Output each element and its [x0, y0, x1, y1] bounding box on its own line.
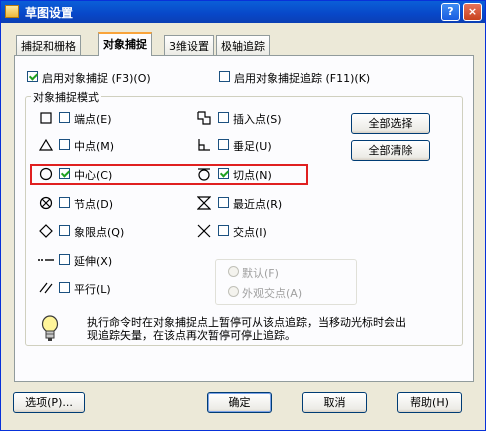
- nearest-icon: [197, 196, 211, 210]
- midpoint-label[interactable]: 中点(M): [74, 138, 114, 154]
- insertion-checkbox[interactable]: [218, 112, 229, 123]
- quadrant-checkbox[interactable]: [59, 225, 70, 236]
- select-all-button[interactable]: 全部选择: [351, 113, 430, 134]
- dialog-window: 草图设置 ? × 捕捉和栅格 对象捕捉 3维设置 极轴追踪 启用对象捕捉 (F3…: [0, 0, 486, 431]
- extension-label[interactable]: 延伸(X): [74, 253, 112, 269]
- endpoint-label[interactable]: 端点(E): [74, 111, 112, 127]
- tab-3d-settings[interactable]: 3维设置: [164, 35, 214, 55]
- perpendicular-icon: [198, 139, 210, 151]
- close-button[interactable]: ×: [463, 3, 482, 21]
- node-checkbox[interactable]: [59, 197, 70, 208]
- extension-checkbox[interactable]: [59, 254, 70, 265]
- hint-line-2: 现追踪矢量，在该点再次暂停可停止追踪。: [87, 329, 296, 342]
- tab-polar-tracking[interactable]: 极轴追踪: [216, 35, 270, 55]
- intersection-label[interactable]: 交点(I): [233, 224, 267, 240]
- perpendicular-label[interactable]: 垂足(U): [233, 138, 272, 154]
- perpendicular-checkbox[interactable]: [218, 139, 229, 150]
- ok-button[interactable]: 确定: [207, 392, 272, 413]
- enable-tracking-checkbox[interactable]: [219, 71, 230, 82]
- enable-osnap-label[interactable]: 启用对象捕捉 (F3)(O): [42, 70, 151, 86]
- help-title-button[interactable]: ?: [441, 3, 460, 21]
- cancel-button[interactable]: 取消: [302, 392, 367, 413]
- highlight-box: [30, 164, 308, 185]
- node-label[interactable]: 节点(D): [74, 196, 113, 212]
- insertion-icon: [197, 111, 211, 125]
- insertion-label[interactable]: 插入点(S): [233, 111, 282, 127]
- parallel-label[interactable]: 平行(L): [74, 281, 111, 297]
- title-bar[interactable]: 草图设置 ? ×: [1, 1, 485, 23]
- nearest-checkbox[interactable]: [218, 197, 229, 208]
- options-button[interactable]: 选项(P)...: [13, 392, 85, 413]
- quadrant-icon: [39, 224, 53, 238]
- endpoint-icon: [40, 112, 52, 124]
- endpoint-checkbox[interactable]: [59, 112, 70, 123]
- tab-panel: 启用对象捕捉 (F3)(O) 启用对象捕捉追踪 (F11)(K) 对象捕捉模式 …: [14, 55, 474, 382]
- intersection-checkbox[interactable]: [218, 225, 229, 236]
- lightbulb-icon: [41, 315, 59, 341]
- help-button[interactable]: 帮助(H): [397, 392, 462, 413]
- tab-snap-grid[interactable]: 捕捉和栅格: [16, 35, 81, 55]
- extension-icon: [38, 259, 54, 261]
- osnap-modes-title: 对象捕捉模式: [31, 89, 101, 105]
- default-radio-label[interactable]: 默认(F): [242, 265, 279, 281]
- nearest-label[interactable]: 最近点(R): [233, 196, 282, 212]
- window-title: 草图设置: [25, 6, 74, 20]
- enable-tracking-label[interactable]: 启用对象捕捉追踪 (F11)(K): [234, 70, 370, 86]
- parallel-checkbox[interactable]: [59, 282, 70, 293]
- app-icon: [5, 5, 19, 18]
- node-icon: [39, 196, 53, 210]
- intersection-icon: [197, 224, 211, 238]
- midpoint-icon: [39, 138, 53, 151]
- quadrant-label[interactable]: 象限点(Q): [74, 224, 124, 240]
- parallel-icon: [39, 282, 53, 294]
- clear-all-button[interactable]: 全部清除: [351, 140, 430, 161]
- tab-object-snap[interactable]: 对象捕捉: [98, 32, 152, 56]
- apparent-radio-label[interactable]: 外观交点(A): [242, 285, 302, 301]
- default-radio[interactable]: [228, 266, 239, 277]
- enable-osnap-checkbox[interactable]: [27, 71, 38, 82]
- midpoint-checkbox[interactable]: [59, 139, 70, 150]
- apparent-radio[interactable]: [228, 286, 239, 297]
